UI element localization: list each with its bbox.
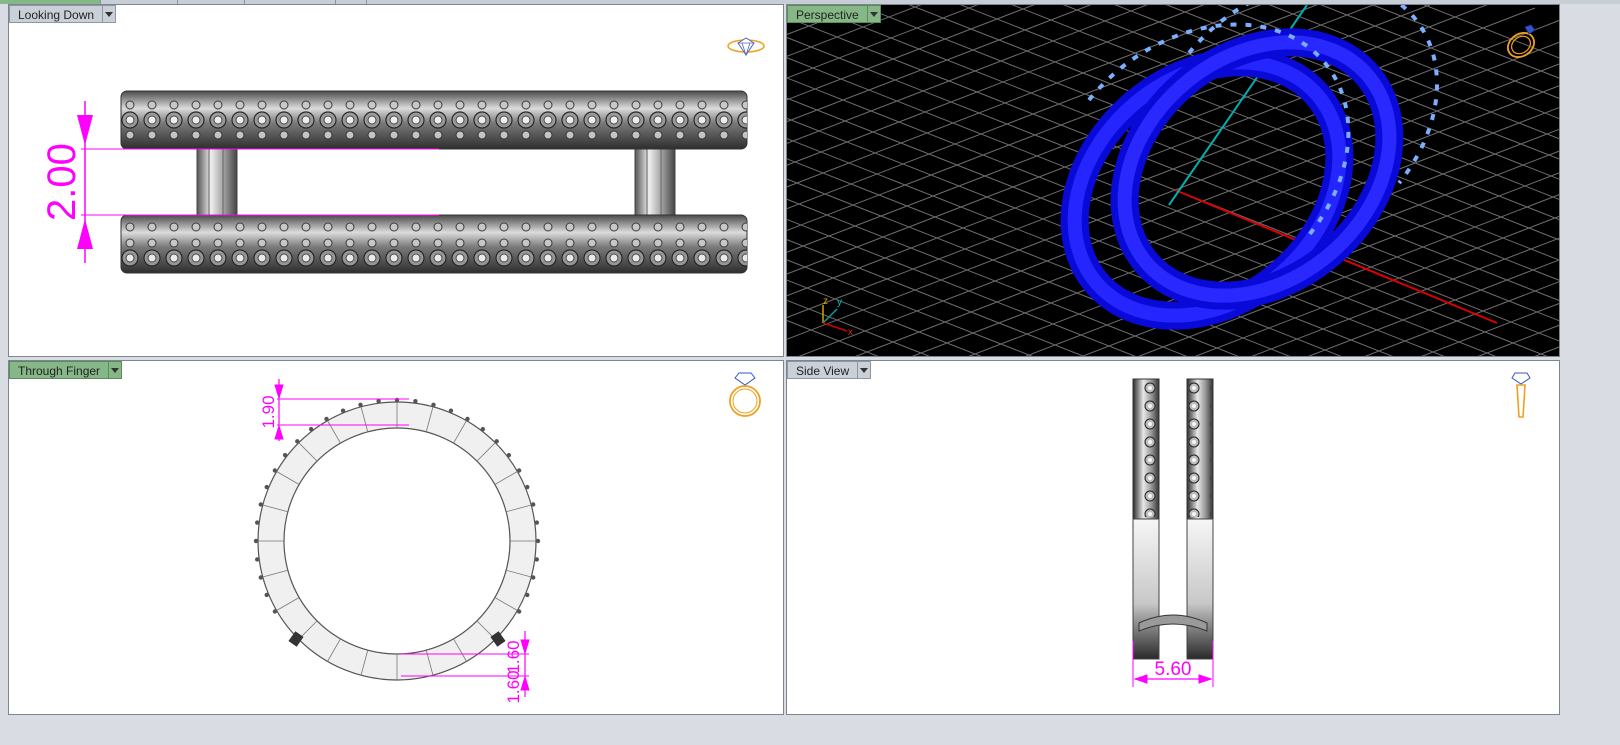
prong-dot: [272, 468, 278, 473]
prong-dot: [358, 402, 363, 408]
axis-label-z: z: [823, 296, 828, 307]
prong-dot: [465, 416, 470, 422]
prong-dot: [516, 468, 522, 473]
dimension-text-bottom-upper: 1.60: [504, 640, 523, 673]
dimension-text-top: 1.90: [259, 395, 278, 428]
prong-dot: [534, 557, 539, 562]
viewport-label[interactable]: Side View: [787, 361, 859, 379]
viewport-menu-dropdown[interactable]: [858, 361, 872, 379]
dimension-text-bottom-lower: 1.60: [504, 670, 523, 703]
prong-dot: [253, 538, 259, 544]
prong-dot: [272, 609, 278, 614]
viewport-title-perspective[interactable]: Perspective: [787, 5, 881, 23]
chevron-down-icon: [105, 11, 114, 17]
axis-label-y: y: [837, 297, 842, 308]
viewport-title-side-view[interactable]: Side View: [787, 361, 872, 379]
viewport-label[interactable]: Through Finger: [9, 361, 110, 379]
prong-dot: [264, 484, 269, 490]
viewport-label[interactable]: Perspective: [787, 5, 868, 23]
dimension-text-width: 5.60: [1155, 659, 1192, 680]
ring-model-shaded: [1060, 5, 1439, 330]
prong-dot: [255, 520, 260, 525]
viewport-through-finger[interactable]: Through Finger 1.90 1.60 1.60: [8, 360, 784, 715]
prong-dot: [324, 416, 329, 422]
chevron-down-icon: [111, 367, 120, 373]
side-view-drawing: 5.60: [1132, 378, 1214, 687]
viewport-title-looking-down[interactable]: Looking Down: [9, 5, 117, 23]
prong-dot: [530, 575, 536, 580]
axis-label-x: x: [848, 327, 853, 338]
prong-dot: [506, 452, 512, 458]
viewport-menu-dropdown[interactable]: [867, 5, 881, 23]
prong-dot: [295, 439, 300, 444]
prong-dot: [264, 592, 269, 598]
viewport-perspective[interactable]: Perspective z y x: [786, 4, 1560, 357]
stone-prongs: [253, 397, 541, 614]
prong-dot: [530, 502, 536, 507]
prong-dot: [525, 592, 530, 598]
prong-dot: [255, 557, 260, 562]
dimension-text-gap: 2.00: [40, 143, 84, 221]
prong-dot: [534, 520, 539, 525]
viewport-label[interactable]: Looking Down: [9, 5, 104, 23]
viewport-menu-dropdown[interactable]: [109, 361, 123, 379]
viewport-looking-down[interactable]: Looking Down 2.00: [8, 4, 784, 357]
prong-dot: [413, 399, 418, 404]
through-finger-drawing: 1.90 1.60 1.60: [253, 379, 541, 704]
viewport-side-view[interactable]: Side View 5.60: [786, 360, 1560, 715]
prong-dot: [448, 408, 454, 413]
prong-dot: [525, 484, 530, 490]
prong-dot: [516, 609, 522, 614]
prong-dot: [258, 502, 264, 507]
prong-dot: [394, 397, 400, 403]
prong-dot: [431, 402, 436, 408]
looking-down-drawing: 2.00: [40, 90, 748, 274]
viewport-title-through-finger[interactable]: Through Finger: [9, 361, 123, 379]
prong-dot: [535, 538, 541, 544]
prong-dot: [258, 575, 264, 580]
perspective-scene: z y x: [787, 5, 1559, 356]
prong-dot: [308, 426, 314, 432]
chevron-down-icon: [860, 367, 869, 373]
viewport-menu-dropdown[interactable]: [103, 5, 117, 23]
prong-dot: [340, 408, 346, 413]
prong-dot: [282, 452, 288, 458]
chevron-down-icon: [869, 11, 878, 17]
prong-dot: [494, 439, 499, 444]
prong-dot: [376, 399, 381, 404]
prong-dot: [480, 426, 486, 432]
grid-line: [1138, 194, 1559, 356]
